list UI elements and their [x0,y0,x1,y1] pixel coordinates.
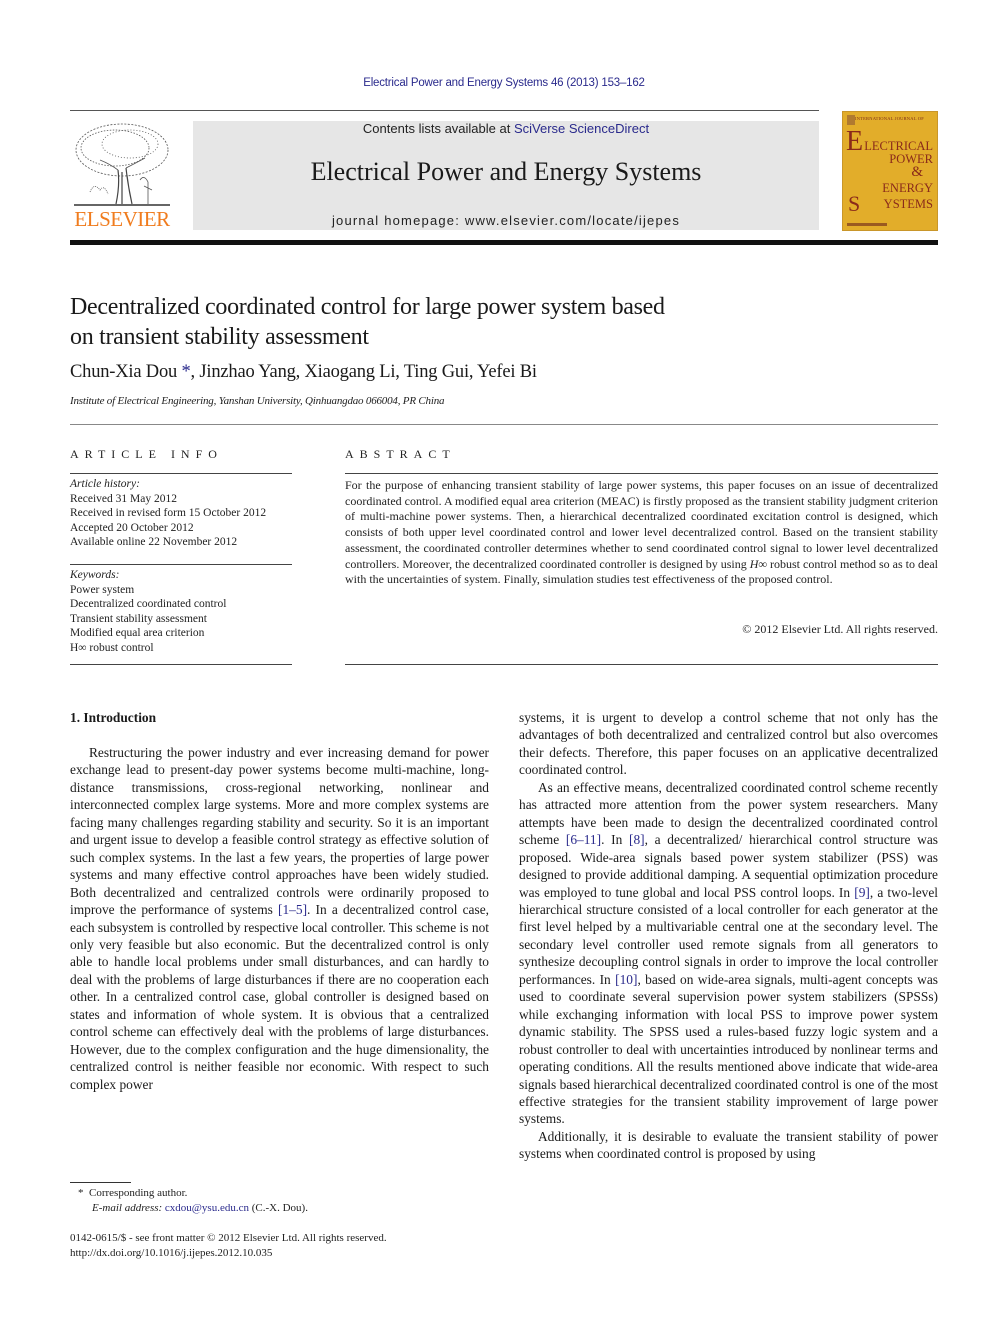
email-link[interactable]: cxdou@ysu.edu.cn [165,1202,249,1214]
citation-link[interactable]: [8] [629,832,645,847]
paragraph-text: , based on wide-area signals, multi-agen… [519,971,939,1127]
article-info-rule-mid [70,564,292,565]
author-rest: , Jinzhao Yang, Xiaogang Li, Ting Gui, Y… [190,362,537,382]
header-divider [70,110,819,111]
elsevier-wordmark: ELSEVIER [74,207,170,231]
contents-availability: Contents lists available at SciVerse Sci… [193,121,819,136]
abstract-rule-bottom [345,664,938,665]
body-column-left: Restructuring the power industry and eve… [70,744,489,1093]
paragraph: Restructuring the power industry and eve… [70,744,489,1093]
cover-line-energy: ENERGY [882,181,933,195]
paragraph-text: . In a decentralized control case, each … [70,902,490,1092]
journal-homepage[interactable]: journal homepage: www.elsevier.com/locat… [193,213,819,228]
citation-link[interactable]: [6–11] [566,832,601,847]
cover-big-e: E [846,126,864,157]
citation-link[interactable]: [10] [615,972,637,987]
citation-link[interactable]: [9] [854,885,870,900]
keyword-item: Decentralized coordinated control [70,598,227,610]
paragraph: systems, it is urgent to develop a contr… [519,710,938,778]
h-infinity-symbol: H∞ [749,556,767,571]
article-info-heading: ARTICLE INFO [70,447,223,461]
contents-prefix: Contents lists available at [362,121,514,136]
paragraph-text: Restructuring the power industry and eve… [70,745,489,918]
corresponding-author-note: * Corresponding author. [78,1186,187,1201]
article-title: Decentralized coordinated control for la… [70,292,790,352]
abstract-rule-top [345,473,938,474]
cover-line-ampersand: & [911,164,923,180]
history-item: Accepted 20 October 2012 [70,521,194,534]
paragraph: Additionally, it is desirable to evaluat… [519,1128,938,1162]
keyword-item: Modified equal area criterion [70,627,205,639]
cover-footer-mark [847,223,887,226]
keyword-item: Transient stability assessment [70,612,207,625]
abstract-copyright: © 2012 Elsevier Ltd. All rights reserved… [742,622,938,636]
article-info-rule-bottom [70,664,292,665]
paragraph: As an effective means, decentralized coo… [519,779,938,1128]
history-item: Received in revised form 15 October 2012 [70,507,267,519]
issn-line: 0142-0615/$ - see front matter © 2012 El… [70,1232,387,1244]
title-line-2: on transient stability assessment [70,324,369,350]
corresponding-author-marker[interactable]: * [181,362,190,382]
email-label: E-mail address: [92,1202,165,1214]
author-list: Chun-Xia Dou *, Jinzhao Yang, Xiaogang L… [70,362,537,383]
cover-line-electrical: LECTRICAL [864,139,933,153]
journal-title: Electrical Power and Energy Systems [310,157,702,186]
citation-link[interactable]: [1–5] [278,902,307,917]
keywords: Keywords: Power system Decentralized coo… [70,568,292,655]
email-note: E-mail address: cxdou@ysu.edu.cn (C.-X. … [92,1201,308,1216]
author-first: Chun-Xia Dou [70,362,178,382]
footnote-marker: * [78,1187,84,1199]
paragraph-text: . In [601,832,629,848]
title-line-1: Decentralized coordinated control for la… [70,294,665,320]
article-info-rule-top [70,473,292,474]
abstract-text: For the purpose of enhancing transient s… [345,478,938,588]
article-history-label: Article history: [70,478,140,490]
cover-top-line: INTERNATIONAL JOURNAL OF [855,116,924,121]
header-thick-divider [70,240,938,245]
journal-cover-image[interactable]: INTERNATIONAL JOURNAL OF E LECTRICAL POW… [842,111,938,231]
sciencedirect-link[interactable]: SciVerse ScienceDirect [514,121,649,136]
title-divider [70,424,938,425]
keywords-label: Keywords: [70,569,120,581]
abstract-heading: ABSTRACT [345,447,456,461]
history-item: Received 31 May 2012 [70,492,177,505]
keyword-item: H∞ robust control [70,641,154,654]
doi-link[interactable]: http://dx.doi.org/10.1016/j.ijepes.2012.… [70,1246,272,1261]
section-heading-introduction: 1. Introduction [70,710,157,725]
cover-big-s: S [848,191,861,216]
footnote-text: Corresponding author. [89,1187,188,1199]
footnote-divider [70,1182,131,1183]
keyword-item: Power system [70,583,135,596]
journal-reference-link[interactable]: Electrical Power and Energy Systems 46 (… [0,77,992,89]
cover-publisher-badge-icon [847,115,855,125]
elsevier-tree-icon [74,123,170,206]
history-item: Available online 22 November 2012 [70,536,238,548]
email-suffix: (C.-X. Dou). [248,1202,308,1214]
affiliation: Institute of Electrical Engineering, Yan… [70,395,445,407]
journal-banner: Contents lists available at SciVerse Sci… [193,121,819,230]
cover-line-systems: YSTEMS [883,197,933,211]
body-column-right: systems, it is urgent to develop a contr… [519,709,938,1163]
article-history: Article history: Received 31 May 2012 Re… [70,477,292,550]
elsevier-logo[interactable]: ELSEVIER [70,120,174,232]
